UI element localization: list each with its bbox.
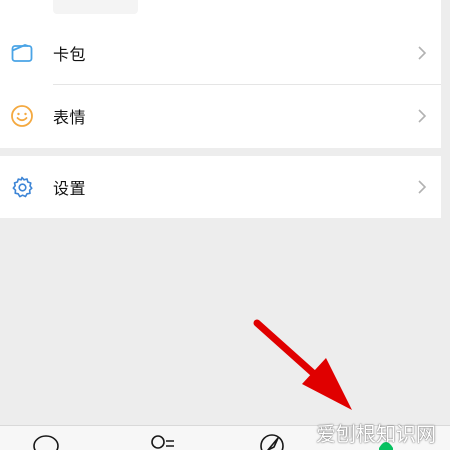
- contacts-icon[interactable]: [146, 432, 178, 450]
- menu-group-settings: 设置: [0, 156, 441, 218]
- chevron-right-icon: [417, 108, 427, 124]
- card-wallet-icon: [10, 41, 34, 65]
- menu-group-top: 卡包 表情: [0, 0, 441, 148]
- menu-item-card-wallet[interactable]: 卡包: [0, 21, 441, 85]
- smiley-icon: [10, 104, 34, 128]
- menu-item-label: 卡包: [53, 45, 87, 64]
- menu-item-stickers[interactable]: 表情: [0, 84, 441, 148]
- watermark-text: 爱刨根知识网: [316, 422, 436, 446]
- me-page: 卡包 表情 设置 爱刨根知识网: [0, 0, 450, 450]
- menu-item-label: 表情: [53, 108, 87, 127]
- screen-edge: [441, 0, 450, 450]
- menu-item-settings[interactable]: 设置: [0, 156, 441, 218]
- chat-bubble-icon[interactable]: [30, 432, 62, 450]
- partial-item-above: [53, 0, 138, 14]
- chevron-right-icon: [417, 45, 427, 61]
- menu-item-label: 设置: [53, 179, 87, 198]
- gear-icon: [10, 175, 34, 199]
- chevron-right-icon: [417, 179, 427, 195]
- compass-icon[interactable]: [256, 432, 288, 450]
